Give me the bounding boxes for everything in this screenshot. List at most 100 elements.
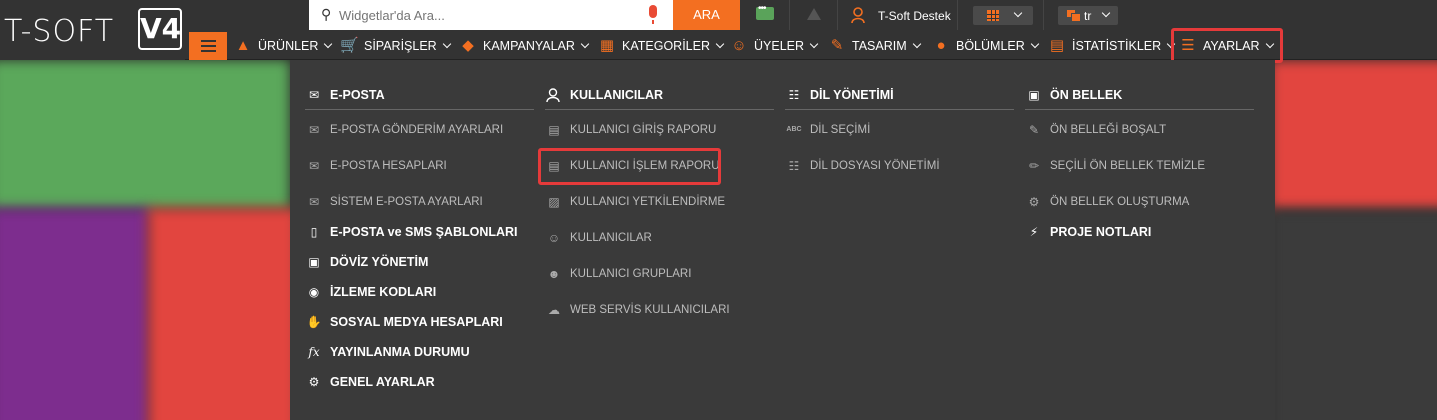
phone-icon: ▯ bbox=[310, 225, 318, 239]
translate-icon: ☷ bbox=[788, 87, 800, 102]
search-button[interactable]: ARA bbox=[673, 0, 740, 30]
brand-logo[interactable]: T-SOFT V4 bbox=[0, 0, 185, 60]
money-icon: ▣ bbox=[308, 255, 320, 269]
heading-label: KULLANICILAR bbox=[570, 87, 664, 102]
chevron-down-icon bbox=[1013, 8, 1023, 18]
heading-label: ÖN BELLEK bbox=[1050, 87, 1123, 102]
menu-heading-eposta[interactable]: ✉ E-POSTA bbox=[305, 80, 534, 110]
build-icon: ⚙ bbox=[1028, 195, 1040, 209]
lightning-icon: ⚡ bbox=[1029, 225, 1039, 239]
menu-heading-genel[interactable]: ⚙ GENEL AYARLAR bbox=[305, 372, 435, 392]
item-label: SEÇİLİ ÖN BELLEK TEMİZLE bbox=[1050, 160, 1206, 172]
chevron-down-icon bbox=[912, 39, 921, 49]
users-icon: ☺ bbox=[731, 37, 747, 54]
menu-item-sistem-eposta[interactable]: ✉ SİSTEM E-POSTA AYARLARI bbox=[305, 192, 483, 212]
heading-label: E-POSTA bbox=[330, 87, 385, 102]
nav-bolumler[interactable]: ● BÖLÜMLER bbox=[932, 32, 1040, 60]
heading-label: SOSYAL MEDYA HESAPLARI bbox=[330, 315, 503, 329]
menu-item-yetkilendirme[interactable]: ▨ KULLANICI YETKİLENDİRME bbox=[545, 192, 725, 212]
id-badge-icon: ▨ bbox=[548, 195, 560, 209]
language-icon bbox=[1067, 10, 1081, 22]
item-label: KULLANICI GRUPLARI bbox=[570, 268, 692, 280]
menu-item-web-servis[interactable]: ☁ WEB SERVİS KULLANICILARI bbox=[545, 300, 730, 320]
user-name[interactable]: T-Soft Destek bbox=[878, 9, 951, 23]
hamburger-icon bbox=[201, 40, 216, 42]
language-dropdown[interactable]: tr bbox=[1058, 6, 1118, 25]
chevron-down-icon bbox=[1101, 8, 1111, 18]
nav-kampanyalar[interactable]: ◆ KAMPANYALAR bbox=[459, 32, 590, 60]
menu-item-gruplar[interactable]: ☻ KULLANICI GRUPLARI bbox=[545, 264, 692, 284]
menu-item-eposta-hesaplari[interactable]: ✉ E-POSTA HESAPLARI bbox=[305, 156, 447, 176]
nav-label: ÜYELER bbox=[754, 39, 805, 53]
chevron-down-icon bbox=[1030, 39, 1040, 49]
item-label: WEB SERVİS KULLANICILARI bbox=[570, 304, 730, 316]
menu-item-dil-secimi[interactable]: ABC DİL SEÇİMİ bbox=[785, 120, 870, 140]
language-value: tr bbox=[1084, 9, 1092, 23]
menu-item-giris-raporu[interactable]: ▤ KULLANICI GİRİŞ RAPORU bbox=[545, 120, 716, 140]
menu-item-kullanicilar[interactable]: ☺ KULLANICILAR bbox=[545, 228, 652, 248]
nav-label: KATEGORİLER bbox=[622, 39, 710, 53]
menu-toggle-button[interactable] bbox=[189, 32, 227, 60]
search-input[interactable] bbox=[339, 5, 639, 25]
mail-icon: ✉ bbox=[308, 159, 320, 173]
tag-icon: ◆ bbox=[462, 37, 474, 54]
mail-icon: ✉ bbox=[308, 87, 320, 102]
nav-label: KAMPANYALAR bbox=[483, 39, 575, 53]
menu-heading-sablonlar[interactable]: ▯ E-POSTA ve SMS ŞABLONLARI bbox=[305, 222, 518, 242]
nav-ayarlar[interactable]: ☰ AYARLAR bbox=[1171, 28, 1283, 63]
alerts-button[interactable] bbox=[790, 0, 838, 30]
chart-icon: ▤ bbox=[1049, 37, 1065, 54]
logo-version: V4 bbox=[138, 8, 182, 50]
users-group-icon: ☻ bbox=[547, 267, 561, 281]
chevron-down-icon bbox=[809, 39, 819, 49]
heading-label: DÖVİZ YÖNETİM bbox=[330, 255, 429, 269]
settings-list-icon: ☰ bbox=[1181, 36, 1195, 54]
menu-heading-sosyal[interactable]: ✋ SOSYAL MEDYA HESAPLARI bbox=[305, 312, 503, 332]
chat-icon bbox=[756, 3, 774, 20]
nav-kategoriler[interactable]: ▦ KATEGORİLER bbox=[598, 32, 725, 60]
search-box: ⚲ bbox=[309, 0, 673, 30]
menu-heading-proje-notlari[interactable]: ⚡ PROJE NOTLARI bbox=[1025, 222, 1152, 242]
menu-heading-dil[interactable]: ☷ DİL YÖNETİMİ bbox=[785, 80, 1014, 110]
nav-siparisler[interactable]: 🛒 SİPARİŞLER bbox=[340, 32, 451, 60]
menu-item-eposta-gonderim[interactable]: ✉ E-POSTA GÖNDERİM AYARLARI bbox=[305, 120, 503, 140]
menu-heading-yayinlanma[interactable]: fx YAYINLANMA DURUMU bbox=[305, 342, 469, 362]
settings-dropdown-panel: ✉ E-POSTA ✉ E-POSTA GÖNDERİM AYARLARI ✉ … bbox=[290, 60, 1275, 420]
menu-item-bosalt[interactable]: ✎ ÖN BELLEĞİ BOŞALT bbox=[1025, 120, 1166, 140]
menu-item-olusturma[interactable]: ⚙ ÖN BELLEK OLUŞTURMA bbox=[1025, 192, 1190, 212]
nav-label: BÖLÜMLER bbox=[956, 39, 1025, 53]
user-icon bbox=[546, 87, 560, 102]
menu-item-dil-dosyasi[interactable]: ☷ DİL DOSYASI YÖNETİMİ bbox=[785, 156, 940, 176]
eye-icon: ◉ bbox=[308, 285, 320, 299]
thumbs-up-icon: ✋ bbox=[306, 315, 322, 329]
sections-icon: ● bbox=[936, 37, 946, 54]
abc-icon: ABC bbox=[786, 126, 802, 133]
nav-uyeler[interactable]: ☺ ÜYELER bbox=[730, 32, 819, 60]
user-icon bbox=[851, 7, 865, 23]
heading-label: PROJE NOTLARI bbox=[1050, 225, 1152, 239]
nav-istatistikler[interactable]: ▤ İSTATİSTİKLER bbox=[1048, 32, 1176, 60]
apps-dropdown[interactable] bbox=[973, 6, 1033, 25]
nav-label: ÜRÜNLER bbox=[258, 39, 319, 53]
sitemap-icon: ▦ bbox=[599, 37, 615, 54]
search-icon: ⚲ bbox=[321, 6, 332, 22]
chat-button[interactable] bbox=[740, 0, 790, 30]
divider bbox=[1043, 0, 1044, 30]
menu-heading-doviz[interactable]: ▣ DÖVİZ YÖNETİM bbox=[305, 252, 428, 272]
menu-item-temizle[interactable]: ✏ SEÇİLİ ÖN BELLEK TEMİZLE bbox=[1025, 156, 1205, 176]
nav-label: İSTATİSTİKLER bbox=[1072, 39, 1162, 53]
chevron-down-icon bbox=[715, 39, 725, 49]
gears-icon: ⚙ bbox=[308, 375, 320, 389]
grid-icon bbox=[987, 10, 999, 21]
menu-heading-izleme[interactable]: ◉ İZLEME KODLARI bbox=[305, 282, 437, 302]
menu-heading-on-bellek[interactable]: ▣ ÖN BELLEK bbox=[1025, 80, 1254, 110]
mail-icon: ✉ bbox=[308, 195, 320, 209]
nav-tasarim[interactable]: ✎ TASARIM bbox=[828, 32, 921, 60]
nav-urunler[interactable]: ▲ ÜRÜNLER bbox=[234, 32, 333, 60]
menu-heading-kullanicilar[interactable]: KULLANICILAR bbox=[545, 80, 774, 110]
hamburger-icon-bar bbox=[201, 45, 216, 47]
translate-icon: ☷ bbox=[788, 159, 800, 173]
microphone-icon[interactable] bbox=[649, 5, 657, 24]
chevron-down-icon bbox=[442, 39, 451, 49]
broom-icon: ✎ bbox=[1028, 123, 1040, 137]
